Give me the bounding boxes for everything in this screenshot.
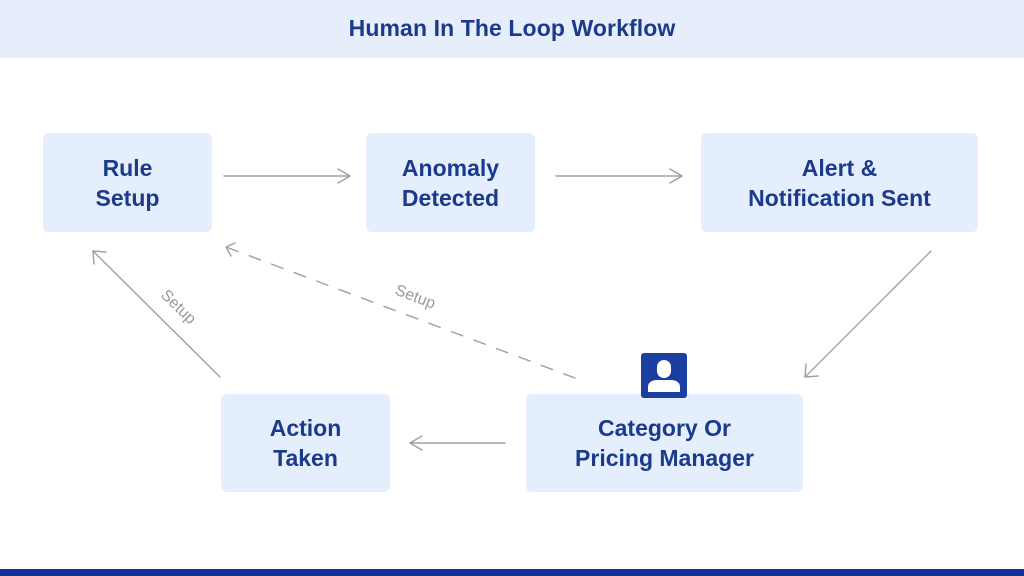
- node-anomaly-detected[interactable]: Anomaly Detected: [366, 133, 535, 232]
- node-rule-setup-line1: Rule: [102, 154, 153, 181]
- node-action-taken[interactable]: Action Taken: [221, 394, 390, 492]
- node-anomaly-line1: Anomaly: [401, 154, 500, 181]
- footer-bar: [0, 569, 1024, 576]
- node-action-line2: Taken: [273, 445, 338, 471]
- node-manager-line1: Category Or: [598, 415, 731, 441]
- edge-manager-to-action: [409, 435, 506, 451]
- edges-layer: Setup Setup: [92, 168, 932, 451]
- node-alert-line1: Alert &: [801, 154, 878, 181]
- node-rule-setup[interactable]: Rule Setup: [43, 133, 212, 232]
- node-alert-notification[interactable]: Alert & Notification Sent: [701, 133, 978, 232]
- edge-label-setup-dashed: Setup: [393, 282, 438, 313]
- node-rule-setup-line2: Setup: [95, 184, 160, 211]
- edge-rule-to-anomaly: [223, 168, 351, 184]
- node-alert-line2: Notification Sent: [748, 184, 931, 211]
- node-category-pricing-manager[interactable]: Category Or Pricing Manager: [526, 394, 803, 492]
- user-icon: [641, 353, 687, 398]
- node-action-line1: Action: [269, 415, 342, 441]
- edge-anomaly-to-alert: [555, 168, 683, 184]
- node-manager-line2: Pricing Manager: [575, 445, 754, 471]
- node-anomaly-line2: Detected: [401, 184, 500, 211]
- edge-alert-to-manager: [804, 250, 932, 378]
- edge-manager-to-rule-dashed: [225, 242, 576, 379]
- edge-action-to-rule: [92, 250, 221, 378]
